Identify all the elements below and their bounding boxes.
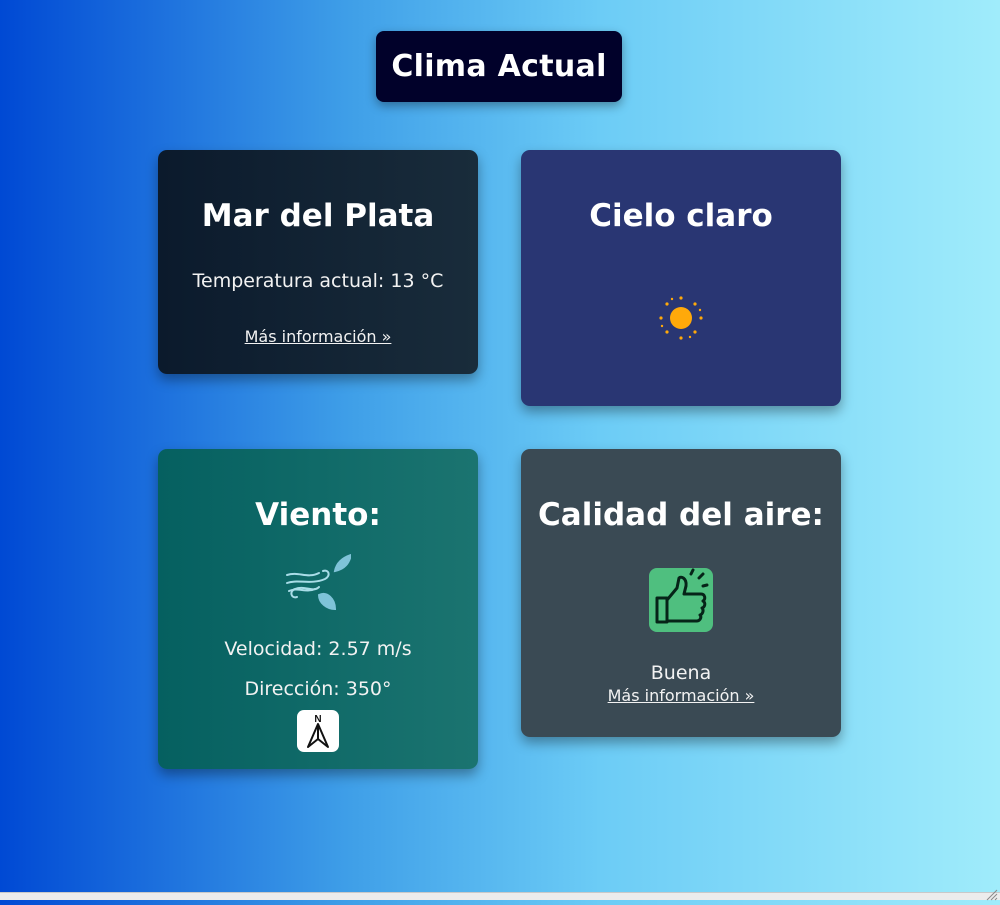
wind-card: Viento: Velocidad: 2.57 m/s Dirección: 3… bbox=[158, 449, 478, 769]
temperature-text: Temperatura actual: 13 °C bbox=[192, 270, 444, 292]
air-more-info-link[interactable]: Más información » bbox=[608, 686, 755, 705]
air-quality-value: Buena bbox=[650, 662, 712, 684]
city-name: Mar del Plata bbox=[201, 198, 435, 234]
wind-direction: Dirección: 350° bbox=[244, 678, 392, 700]
wind-leaves-icon bbox=[285, 553, 353, 617]
title-box: Clima Actual bbox=[376, 31, 622, 102]
city-card: Mar del Plata Temperatura actual: 13 °C … bbox=[158, 150, 478, 374]
sky-description: Cielo claro bbox=[589, 198, 773, 234]
page-title: Clima Actual bbox=[391, 49, 607, 84]
bottom-scrollbar[interactable] bbox=[0, 892, 1000, 900]
air-quality-title: Calidad del aire: bbox=[538, 497, 824, 533]
thumbs-up-icon bbox=[649, 568, 713, 632]
air-quality-card: Calidad del aire: Buena Más información … bbox=[521, 449, 841, 737]
north-arrow-icon: N bbox=[297, 710, 339, 752]
wind-title: Viento: bbox=[255, 497, 381, 533]
city-more-info-link[interactable]: Más información » bbox=[245, 327, 392, 346]
sky-card: Cielo claro bbox=[521, 150, 841, 406]
resize-grip-icon[interactable] bbox=[986, 886, 998, 901]
sun-icon bbox=[657, 294, 705, 346]
wind-speed: Velocidad: 2.57 m/s bbox=[224, 638, 412, 660]
